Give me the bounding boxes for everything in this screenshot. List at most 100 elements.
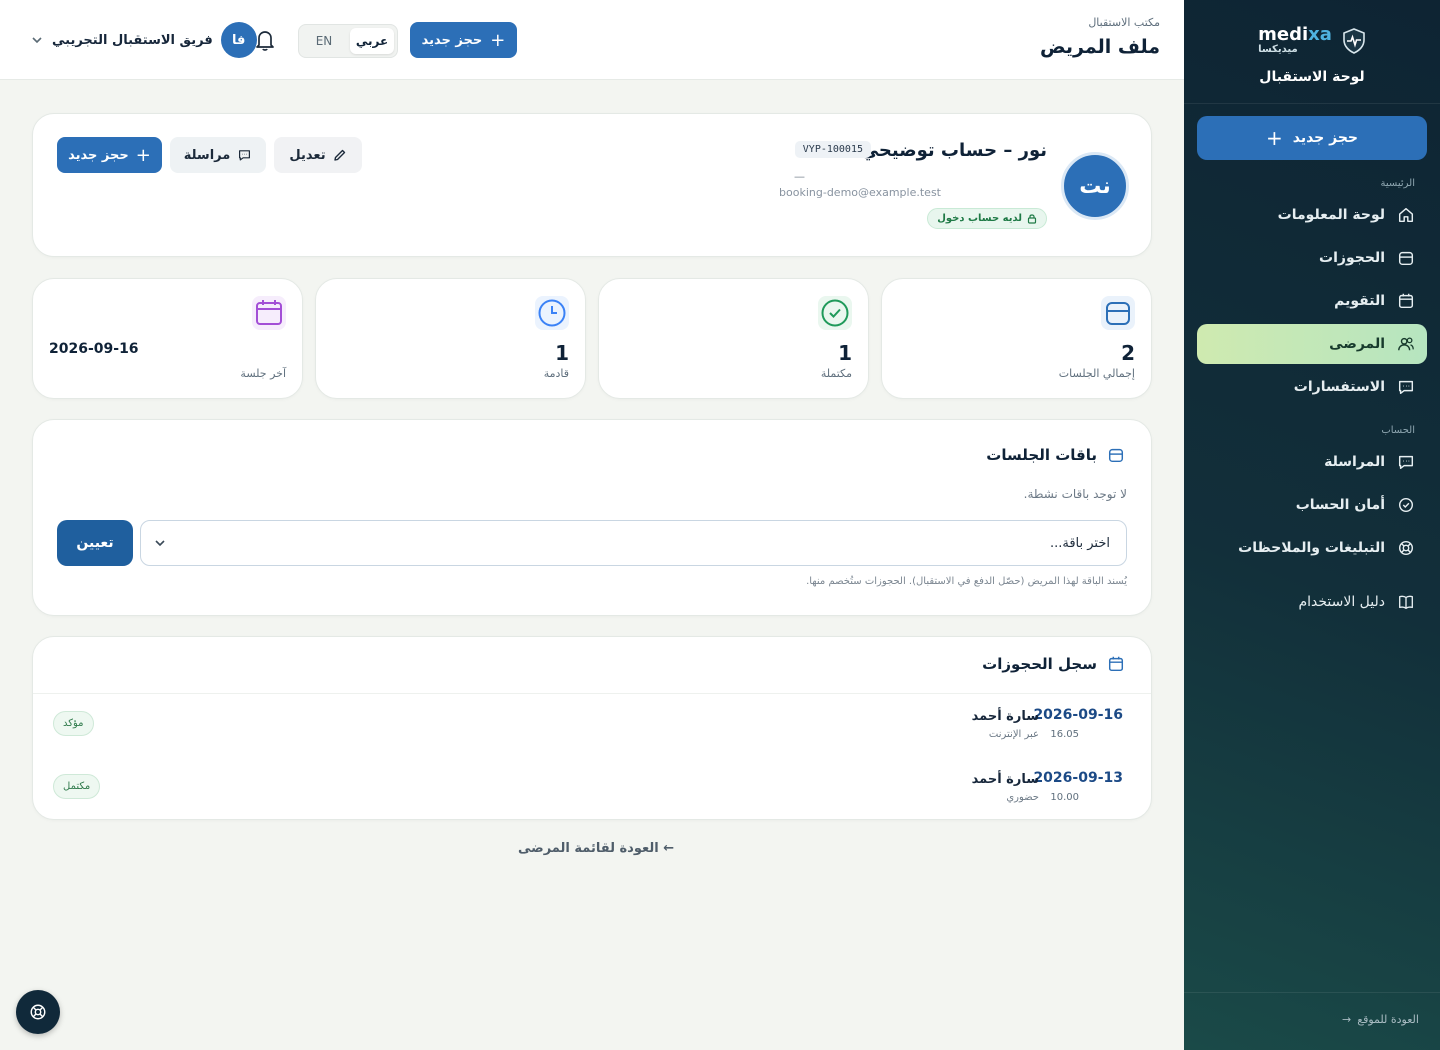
patient-avatar: نت (1061, 152, 1129, 220)
status-badge: مكتمل (53, 774, 101, 799)
chat-icon (239, 150, 251, 161)
sidebar-item-label: التقويم (1334, 293, 1385, 309)
patient-code-badge: VYP-100015 (794, 141, 871, 158)
patient-name: نور – حساب توضيحي (860, 140, 1047, 161)
top-header: مكتب الاستقبال ملف المريض + حجز جديد EN … (0, 0, 1184, 80)
users-icon (1398, 337, 1414, 351)
sidebar-item-calendar[interactable]: التقويم (1197, 281, 1427, 321)
status-badge: مؤكد (53, 711, 94, 736)
lang-en-option[interactable]: EN (302, 28, 346, 54)
button-label: حجز جديد (68, 147, 129, 163)
sidebar-item-security[interactable]: أمان الحساب (1197, 485, 1427, 525)
divider (1184, 103, 1440, 104)
divider (33, 693, 1151, 694)
home-icon (1398, 207, 1414, 223)
shield-icon (1343, 27, 1365, 54)
sidebar-item-dashboard[interactable]: لوحة المعلومات (1197, 195, 1427, 235)
login-status-badge: لديه حساب دخول (927, 208, 1047, 229)
help-fab-button[interactable] (16, 990, 60, 1034)
user-menu[interactable]: فريق الاستقبال التجريبي فا (30, 22, 257, 58)
avatar: فا (220, 22, 257, 58)
book-icon (1399, 595, 1413, 609)
check-circle-icon (1398, 497, 1414, 513)
brand-name: medixa (1258, 26, 1332, 44)
lifebuoy-icon (30, 1004, 46, 1020)
arrow-right-icon: → (1342, 1013, 1352, 1026)
button-label: حجز جديد (1292, 130, 1359, 146)
sidebar-item-label: المراسلة (1324, 454, 1385, 470)
stat-value: 1 (555, 341, 569, 365)
package-select[interactable]: اختر باقة... (140, 520, 1127, 566)
doctor-name: سارة أحمد (971, 772, 1039, 787)
badge-label: لديه حساب دخول (937, 213, 1022, 224)
sidebar-item-label: المرضى (1329, 336, 1385, 352)
section-title: باقات الجلسات (986, 446, 1097, 464)
help-text: يُسند الباقة لهذا المريض (حصّل الدفع في … (806, 576, 1127, 587)
brand-name-accent: xa (1308, 24, 1332, 45)
select-value: اختر باقة... (1049, 535, 1110, 551)
sidebar-item-guide[interactable]: دليل الاستخدام (1197, 582, 1427, 622)
sidebar-item-inquiries[interactable]: الاستفسارات (1197, 367, 1427, 407)
sidebar-item-label: أمان الحساب (1295, 497, 1385, 513)
sidebar-item-label: الحجوزات (1319, 250, 1385, 266)
plus-icon: + (1265, 126, 1283, 150)
booking-mode: عبر الإنترنت (988, 729, 1039, 740)
booking-time: 16.05 (1050, 729, 1079, 740)
panel-title: لوحة الاستقبال (1259, 69, 1365, 85)
sidebar-item-bookings[interactable]: الحجوزات (1197, 238, 1427, 278)
chevron-down-icon (32, 37, 42, 44)
brand-name-ar: ميديكسا (1258, 44, 1298, 55)
section-label-main: الرئيسية (1380, 178, 1415, 189)
button-label: مراسلة (183, 147, 231, 163)
sidebar-item-messaging[interactable]: المراسلة (1197, 442, 1427, 482)
stat-last-session: 2026-09-16 آخر جلسة (32, 278, 303, 399)
plus-icon: + (490, 29, 506, 51)
stat-value: 1 (838, 341, 852, 365)
calendar-icon (1108, 656, 1124, 672)
briefcase-icon (1101, 296, 1135, 330)
lang-ar-option[interactable]: عربي (350, 28, 394, 54)
pencil-icon (333, 149, 345, 161)
booking-history-card: سجل الحجوزات 2026-09-16 16.05 سارة أحمد … (32, 636, 1152, 820)
sidebar-item-patients[interactable]: المرضى (1197, 324, 1427, 364)
table-row[interactable]: 2026-09-16 16.05 سارة أحمد عبر الإنترنت … (33, 707, 1151, 769)
assign-package-button[interactable]: تعيين (57, 520, 133, 566)
patient-phone: — (794, 170, 805, 183)
button-label: تعديل (289, 147, 326, 163)
doctor-name: سارة أحمد (971, 709, 1039, 724)
section-label-account: الحساب (1381, 425, 1415, 436)
chat-icon (1398, 380, 1414, 395)
booking-time: 10.00 (1050, 792, 1079, 803)
table-row[interactable]: 2026-09-13 10.00 سارة أحمد حضوري مكتمل (33, 770, 1151, 832)
stat-label: إجمالي الجلسات (1058, 367, 1135, 380)
stat-value: 2 (1121, 341, 1135, 365)
brand-logo[interactable]: medixa ميديكسا (1184, 26, 1440, 55)
stat-total-sessions: 2 إجمالي الجلسات (881, 278, 1152, 399)
page-title: ملف المريض (1039, 36, 1160, 58)
section-title: سجل الحجوزات (982, 655, 1097, 673)
stat-upcoming: 1 قادمة (315, 278, 586, 399)
sidebar-item-reports[interactable]: التبليغات والملاحظات (1197, 528, 1427, 568)
bell-icon[interactable] (254, 28, 276, 52)
briefcase-icon (1108, 448, 1124, 463)
patient-email: booking-demo@example.test (779, 186, 941, 199)
message-patient-button[interactable]: مراسلة (170, 137, 266, 173)
calendar-icon (252, 296, 286, 330)
calendar-icon (1398, 293, 1414, 309)
sidebar-item-label: دليل الاستخدام (1298, 594, 1385, 610)
sidebar-footer: العودة للموقع → (1184, 992, 1440, 1050)
briefcase-icon (1398, 251, 1414, 266)
sidebar: medixa ميديكسا لوحة الاستقبال حجز جديد +… (1184, 0, 1440, 1050)
chevron-down-icon (155, 540, 165, 547)
sidebar-new-booking-button[interactable]: حجز جديد + (1197, 116, 1427, 160)
patient-new-booking-button[interactable]: + حجز جديد (57, 137, 162, 173)
back-to-patients-link[interactable]: ← العودة لقائمة المرضى (518, 841, 674, 856)
chat-icon (1398, 455, 1414, 470)
lifebuoy-icon (1398, 540, 1414, 556)
session-packages-card: باقات الجلسات لا توجد باقات نشطة. اختر ب… (32, 419, 1152, 616)
header-new-booking-button[interactable]: + حجز جديد (410, 22, 517, 58)
edit-patient-button[interactable]: تعديل (274, 137, 362, 173)
back-to-site-link[interactable]: العودة للموقع → (1342, 1013, 1419, 1026)
user-name: فريق الاستقبال التجريبي (52, 32, 213, 48)
section-heading: باقات الجلسات (986, 446, 1125, 464)
